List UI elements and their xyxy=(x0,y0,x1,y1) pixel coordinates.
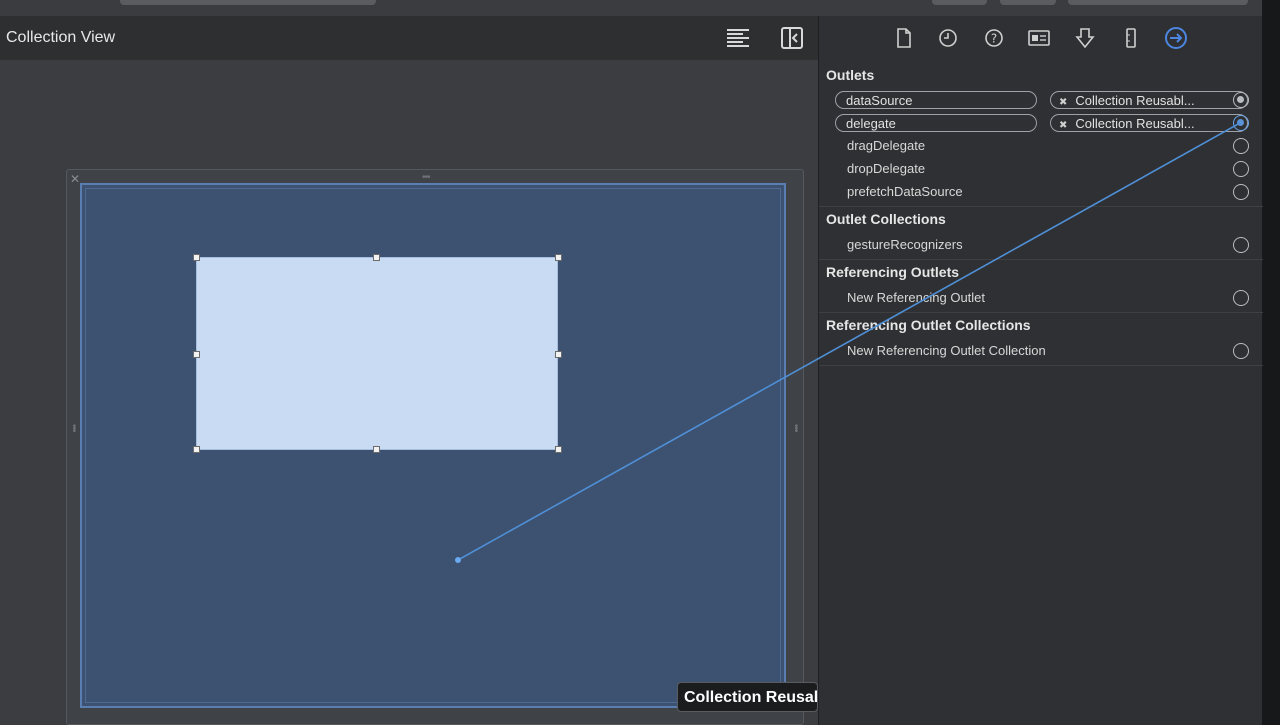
referencing-outlet-label: New Referencing Outlet xyxy=(847,290,986,305)
resize-handle[interactable] xyxy=(555,446,562,453)
close-frame-icon[interactable]: ✕ xyxy=(70,172,80,186)
size-icon[interactable] xyxy=(1119,26,1143,50)
referencing-collection-label: New Referencing Outlet Collection xyxy=(847,343,1046,358)
section-title-referencing-outlets: Referencing Outlets xyxy=(826,264,960,280)
file-icon[interactable] xyxy=(892,26,916,50)
connections-icon[interactable] xyxy=(1164,26,1188,50)
attributes-icon[interactable] xyxy=(1073,26,1097,50)
resize-handle[interactable] xyxy=(373,446,380,453)
resize-handle[interactable] xyxy=(555,351,562,358)
outlet-connection-circle[interactable] xyxy=(1233,138,1249,154)
window-toolbar-strip xyxy=(0,0,1262,16)
divider xyxy=(819,312,1263,313)
resize-handle[interactable] xyxy=(193,351,200,358)
help-icon[interactable]: ? xyxy=(982,26,1006,50)
canvas-header: Collection View xyxy=(0,16,818,60)
outlet-connection-circle[interactable] xyxy=(1233,237,1249,253)
divider xyxy=(819,365,1263,366)
collection-reusable-view[interactable] xyxy=(196,257,558,450)
outlet-delegate-label: delegate xyxy=(835,114,1037,132)
toolbar-button[interactable] xyxy=(1000,0,1056,5)
resize-grip-top[interactable]: ••• xyxy=(422,172,430,183)
align-left-icon[interactable] xyxy=(724,25,752,51)
outlet-label: prefetchDataSource xyxy=(847,184,963,199)
disconnect-icon[interactable]: ✖ xyxy=(1059,97,1067,108)
disconnect-icon[interactable]: ✖ xyxy=(1059,120,1067,131)
resize-grip-left[interactable]: ••• xyxy=(68,424,79,432)
section-title-outlet-collections: Outlet Collections xyxy=(826,211,946,227)
toolbar-field[interactable] xyxy=(120,0,376,5)
resize-grip-right[interactable]: ••• xyxy=(790,424,801,432)
resize-handle[interactable] xyxy=(373,254,380,261)
connections-inspector: ? Outlets dataSource ✖ Collection Reusabl… xyxy=(818,16,1263,725)
identity-icon[interactable] xyxy=(1027,26,1051,50)
toolbar-button[interactable] xyxy=(1068,0,1248,5)
resize-handle[interactable] xyxy=(193,254,200,261)
outlet-connection-circle[interactable] xyxy=(1233,184,1249,200)
drag-tooltip: Collection Reusable View xyxy=(677,682,818,712)
section-title-outlets: Outlets xyxy=(826,67,875,83)
outlet-collection-label: gestureRecognizers xyxy=(847,237,963,252)
outlet-connection-circle[interactable] xyxy=(1233,115,1249,131)
outlet-delegate-connection[interactable]: ✖ Collection Reusabl... xyxy=(1050,114,1248,132)
outlet-connection-circle[interactable] xyxy=(1233,290,1249,306)
resize-handle[interactable] xyxy=(193,446,200,453)
section-title-referencing-collections: Referencing Outlet Collections xyxy=(826,317,1031,333)
outlet-datasource-connection[interactable]: ✖ Collection Reusabl... xyxy=(1050,91,1248,109)
svg-text:?: ? xyxy=(991,32,997,46)
history-icon[interactable] xyxy=(936,26,960,50)
outlet-connection-circle[interactable] xyxy=(1233,92,1249,108)
toolbar-button[interactable] xyxy=(932,0,987,5)
canvas-title: Collection View xyxy=(6,29,116,46)
inspector-toggle-icon[interactable] xyxy=(778,25,806,51)
inspector-tab-bar: ? xyxy=(819,16,1263,62)
outlet-label: dragDelegate xyxy=(847,138,926,153)
outlet-datasource-label: dataSource xyxy=(835,91,1037,109)
resize-handle[interactable] xyxy=(555,254,562,261)
window-edge xyxy=(1262,0,1280,725)
divider xyxy=(819,206,1263,207)
divider xyxy=(819,259,1263,260)
outlet-label: dropDelegate xyxy=(847,161,926,176)
outlet-connection-circle[interactable] xyxy=(1233,161,1249,177)
outlet-connection-circle[interactable] xyxy=(1233,343,1249,359)
